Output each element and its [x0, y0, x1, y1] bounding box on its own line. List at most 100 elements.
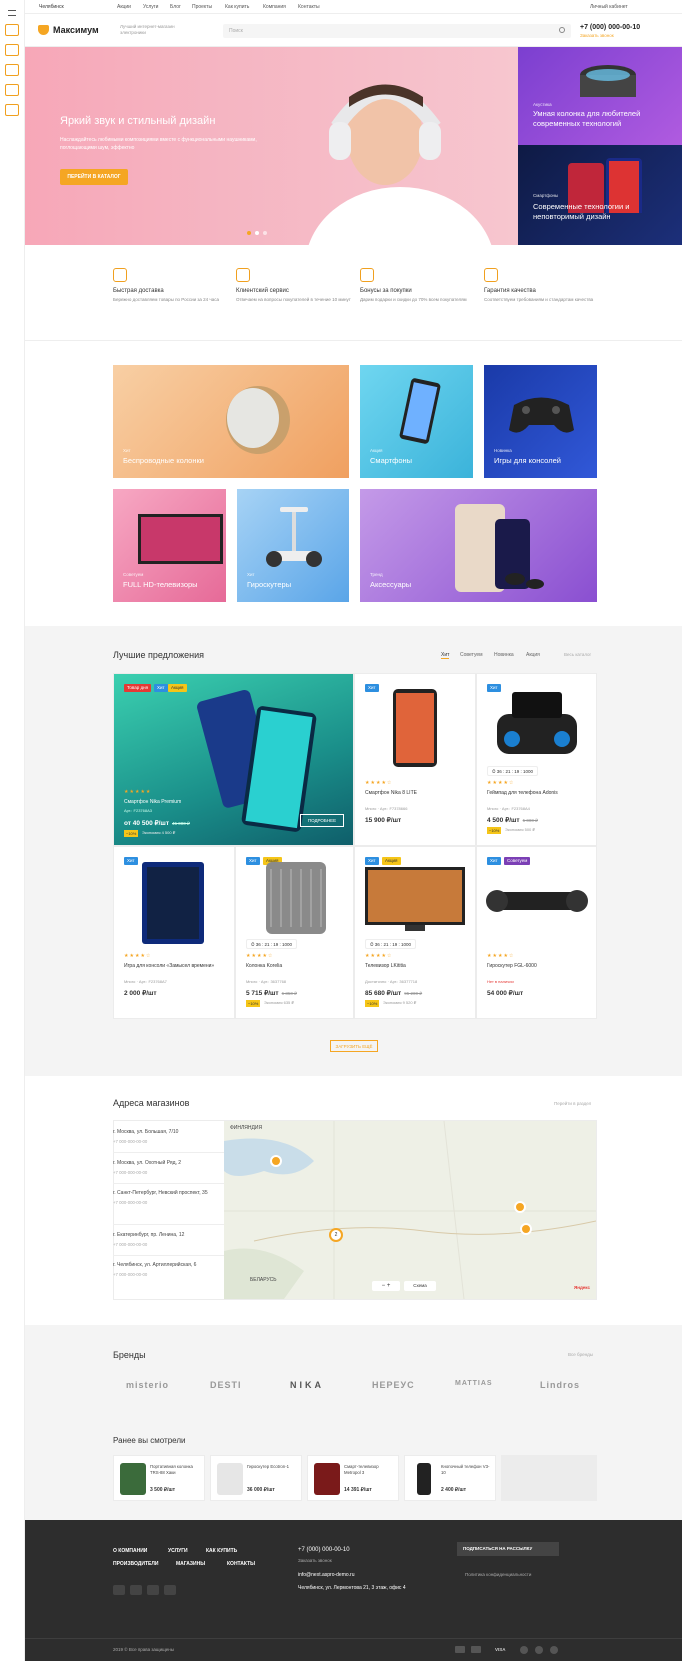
category-icon[interactable] — [5, 84, 19, 96]
hero-tag — [60, 103, 61, 108]
map-pin-icon[interactable] — [514, 1201, 526, 1213]
topbar-link[interactable]: Контакты — [298, 4, 320, 10]
map-pin-icon[interactable] — [270, 1155, 282, 1167]
tab-hit[interactable]: Хит — [441, 652, 450, 659]
category-smartphones[interactable]: Акция Смартфоны — [360, 365, 473, 478]
brand-logo[interactable]: DESTI — [210, 1380, 242, 1390]
store-item[interactable]: г. Москва, ул. Охотный Ряд, 2 +7 000-000-… — [113, 1160, 213, 1176]
logo[interactable]: Максимум — [53, 25, 99, 35]
brand-logo[interactable]: MATTIAS — [455, 1380, 493, 1387]
tab-new[interactable]: Новинка — [494, 652, 514, 658]
brand-logo[interactable]: Lindros — [540, 1380, 580, 1390]
viewed-item[interactable]: Смарт-телевизор Metropol 3 14 391 ₽/шт — [307, 1455, 399, 1501]
stores-map[interactable]: ФИНЛЯНДИЯ БЕЛАРУСЬ 2 − + Схема Яндекс — [224, 1121, 596, 1299]
hero-side-banner-phones[interactable]: Смартфоны Современные технологии и непов… — [518, 145, 682, 245]
account-link[interactable]: Личный кабинет — [590, 4, 628, 10]
viewed-item[interactable]: Кнопочный телефон V3-10 2 400 ₽/шт — [404, 1455, 496, 1501]
map-cluster[interactable]: 2 — [329, 1228, 343, 1242]
header-phone[interactable]: +7 (000) 000-00-10 — [580, 24, 640, 31]
youtube-icon[interactable] — [164, 1585, 176, 1595]
category-icon[interactable] — [5, 64, 19, 76]
store-item[interactable]: г. Санкт-Петербург, Невский проспект, 35… — [113, 1190, 213, 1206]
logo-icon[interactable] — [38, 25, 49, 35]
topbar-link[interactable]: Услуги — [143, 4, 158, 10]
footer-link[interactable]: КОНТАКТЫ — [227, 1561, 255, 1567]
viewed-placeholder — [501, 1455, 597, 1501]
category-icon[interactable] — [5, 44, 19, 56]
menu-icon[interactable] — [8, 10, 16, 16]
category-accessories[interactable]: Тренд Аксессуары — [360, 489, 597, 602]
facebook-icon[interactable] — [130, 1585, 142, 1595]
all-catalog-link[interactable]: Весь каталог — [564, 652, 591, 657]
product-card[interactable]: Хит ★★★★☆ Игра для консоли «Замысел времен… — [113, 846, 235, 1019]
store-item[interactable]: г. Екатеринбург, пр. Ленина, 12 +7 000-00… — [113, 1232, 213, 1248]
footer-link[interactable]: О КОМПАНИИ — [113, 1548, 147, 1554]
topbar-link[interactable]: Как купить — [225, 4, 249, 10]
product-card[interactable]: Хит Советуем ★★★★☆ Гироскутер FGL-6000 Нет в… — [476, 846, 597, 1019]
store-item[interactable]: г. Москва, ул. Большая, 7/10 +7 000-000-0… — [113, 1129, 213, 1145]
tv-thumb — [314, 1463, 340, 1495]
map-pin-icon[interactable] — [520, 1223, 532, 1235]
footer-callback[interactable]: Заказать звонок — [298, 1558, 332, 1563]
instagram-icon[interactable] — [147, 1585, 159, 1595]
accessories-image — [455, 504, 544, 592]
privacy-link[interactable]: Политика конфиденциальности — [465, 1572, 531, 1577]
callback-link[interactable]: Заказать звонок — [580, 33, 614, 38]
category-console-games[interactable]: Новинка Игры для консолей — [484, 365, 597, 478]
footer-link[interactable]: МАГАЗИНЫ — [176, 1561, 205, 1567]
footer-link[interactable]: УСЛУГИ — [168, 1548, 188, 1554]
rating-stars: ★★★★☆ — [487, 953, 515, 959]
store-item[interactable]: г. Челябинск, ул. Артиллерийская, 6 +7 00… — [113, 1262, 213, 1278]
topbar-link[interactable]: Блог — [170, 4, 181, 10]
brand-logo[interactable]: NIKA — [290, 1380, 324, 1390]
stores-link[interactable]: Перейти в раздел — [554, 1101, 591, 1106]
category-icon[interactable] — [5, 24, 19, 36]
brand-logo[interactable]: misterio — [126, 1380, 169, 1390]
header: Максимум Лучший интернет-магазин электро… — [25, 15, 682, 47]
rating-stars: ★★★★☆ — [365, 780, 393, 786]
hero-side-banner-speaker[interactable]: Акустика Умная колонка для любителей сов… — [518, 47, 682, 145]
product-card[interactable]: Хит ★★★★☆ Смартфон Nika 8 LITE Много · Арт.… — [354, 673, 476, 846]
map-layer-select[interactable]: Схема — [404, 1281, 436, 1291]
category-icon[interactable] — [5, 104, 19, 116]
hero-banner[interactable]: Яркий звук и стильный дизайн Наслаждайте… — [25, 47, 518, 245]
search-icon[interactable] — [559, 27, 565, 33]
topbar-link[interactable]: Проекты — [192, 4, 212, 10]
topbar-link[interactable]: Акции — [117, 4, 131, 10]
brand-logo[interactable]: НЕРЕУС — [372, 1380, 415, 1390]
search-input[interactable]: Поиск — [223, 24, 571, 38]
footer-phone[interactable]: +7 (000) 000-00-10 — [298, 1547, 350, 1553]
product-meta: Много · Арт.: 3637768 — [246, 979, 287, 984]
divider — [25, 340, 682, 341]
category-gyroscooters[interactable]: Хит Гироскутеры — [237, 489, 349, 602]
category-speakers[interactable]: Хит Беспроводные колонки — [113, 365, 349, 478]
product-card[interactable]: Хит Акция ⏱ 36 : 21 : 19 : 1000 ★★★★☆ Телеви… — [354, 846, 476, 1019]
vk-icon[interactable] — [113, 1585, 125, 1595]
footer-link[interactable]: КАК КУПИТЬ — [206, 1548, 237, 1554]
product-card[interactable]: Хит Акция ⏱ 36 : 21 : 19 : 1000 ★★★★☆ Колонк… — [235, 846, 354, 1019]
viewed-item[interactable]: Портативная колонка TRS-88 Хаки 3 500 ₽/ш… — [113, 1455, 205, 1501]
city-select[interactable]: Челябинск — [39, 4, 64, 10]
tab-recommend[interactable]: Советуем — [460, 652, 483, 658]
certificate-icon — [484, 268, 498, 282]
subscribe-button[interactable]: ПОДПИСАТЬСЯ НА РАССЫЛКУ — [457, 1542, 559, 1556]
slider-dot[interactable] — [255, 231, 259, 235]
footer-email[interactable]: info@next.aspro-demo.ru — [298, 1572, 355, 1578]
gamepad-image — [509, 397, 574, 433]
slider-dot[interactable] — [247, 231, 251, 235]
tab-sale[interactable]: Акция — [526, 652, 540, 658]
load-more-button[interactable]: ЗАГРУЗИТЬ ЕЩЁ — [330, 1040, 378, 1052]
hero-catalog-button[interactable]: ПЕРЕЙТИ В КАТАЛОГ — [60, 169, 128, 185]
footer-link[interactable]: ПРОИЗВОДИТЕЛИ — [113, 1561, 158, 1567]
viewed-item[interactable]: Гироскутер Ecotron-1 36 000 ₽/шт — [210, 1455, 302, 1501]
map-zoom-controls[interactable]: − + — [372, 1281, 400, 1291]
category-tv[interactable]: Советуем FULL HD-телевизоры — [113, 489, 226, 602]
product-card-featured[interactable]: Товар дня Хит Акция ★★★★★ Смартфон Nika … — [113, 673, 354, 846]
details-button[interactable]: ПОДРОБНЕЕ — [300, 814, 344, 827]
all-brands-link[interactable]: Все бренды — [568, 1352, 593, 1357]
countdown-timer: ⏱ 36 : 21 : 19 : 1000 — [365, 939, 417, 949]
rating-stars: ★★★★☆ — [365, 953, 393, 959]
slider-dot[interactable] — [263, 231, 267, 235]
product-card[interactable]: Хит ⏱ 36 : 21 : 19 : 1000 ★★★★☆ Геймпад для… — [476, 673, 597, 846]
topbar-link[interactable]: Компания — [263, 4, 286, 10]
